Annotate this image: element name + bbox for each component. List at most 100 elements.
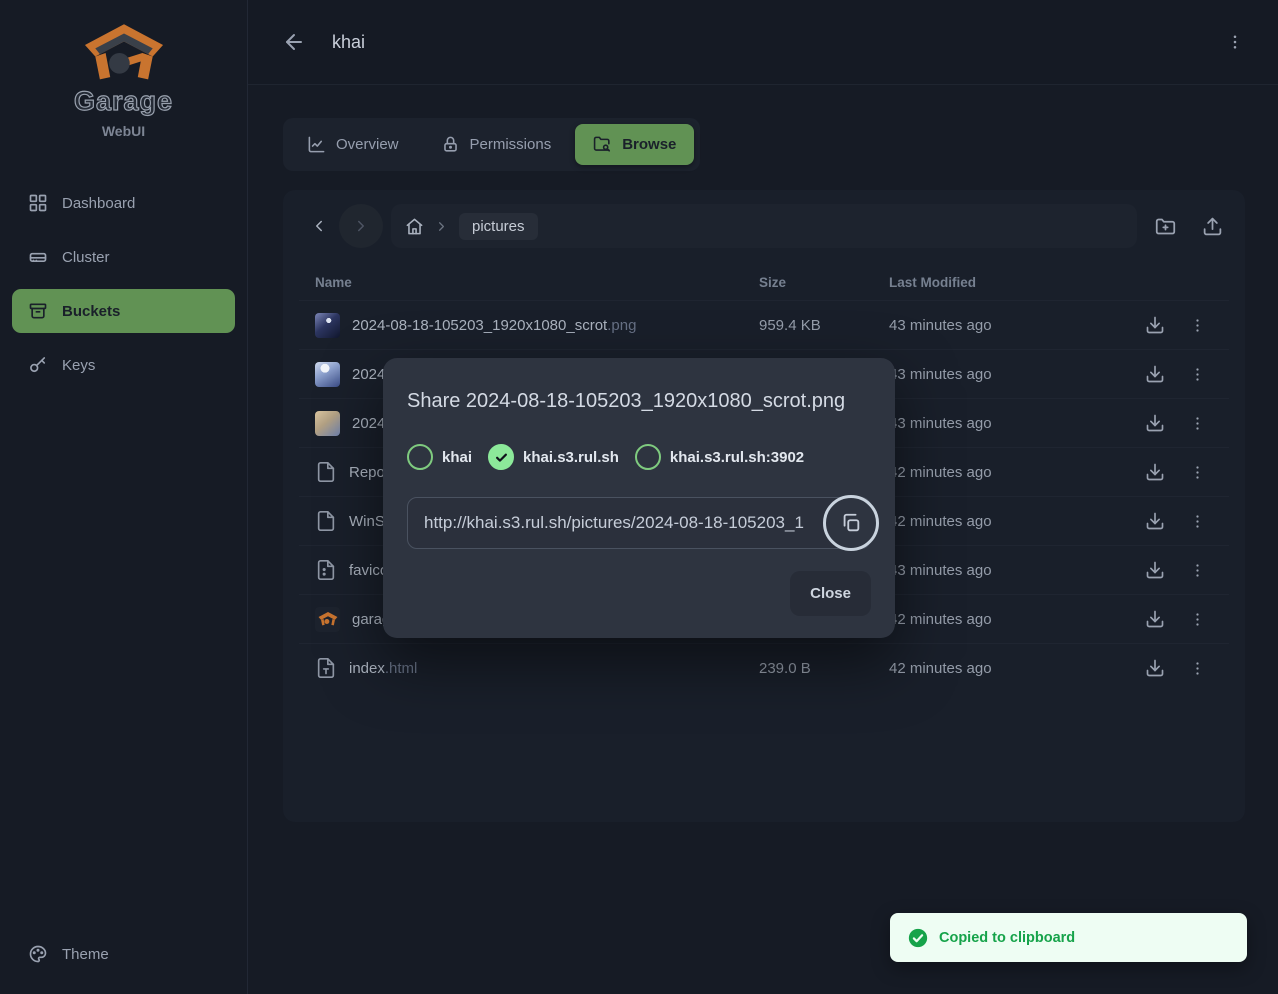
history-back-button[interactable] <box>299 206 339 246</box>
tab-label: Overview <box>336 136 399 153</box>
chevron-right-icon <box>352 217 370 235</box>
download-button[interactable] <box>1139 505 1171 537</box>
theme-toggle[interactable]: Theme <box>12 932 235 976</box>
toast-notification: Copied to clipboard <box>890 913 1247 962</box>
lock-icon <box>441 135 460 154</box>
kebab-icon <box>1189 464 1206 481</box>
kebab-icon <box>1189 415 1206 432</box>
download-button[interactable] <box>1139 554 1171 586</box>
row-menu-button[interactable] <box>1183 409 1212 438</box>
app-name: Garage <box>74 86 173 117</box>
thumb-screenshot-icon <box>315 313 340 338</box>
file-type-icon <box>315 657 337 679</box>
sidebar: Garage WebUI Dashboard Cluster Buckets <box>0 0 248 994</box>
row-menu-button[interactable] <box>1183 654 1212 683</box>
check-circle-icon <box>907 927 929 949</box>
sidebar-item-dashboard[interactable]: Dashboard <box>12 181 235 225</box>
bucket-tabs: Overview Permissions Browse <box>283 118 700 171</box>
row-menu-button[interactable] <box>1183 458 1212 487</box>
file-size: 959.4 KB <box>759 317 889 334</box>
chevron-left-icon <box>310 217 328 235</box>
new-folder-button[interactable] <box>1149 210 1182 243</box>
keys-icon <box>28 355 48 375</box>
arrow-left-icon <box>282 30 306 54</box>
row-menu-button[interactable] <box>1183 360 1212 389</box>
table-row[interactable]: 2024-08-18-105203_1920x1080_scrot.png 959… <box>299 300 1229 349</box>
tab-browse[interactable]: Browse <box>575 124 694 165</box>
file-icon <box>315 510 337 532</box>
share-option-label: khai.s3.rul.sh <box>523 449 619 466</box>
dashboard-icon <box>28 193 48 213</box>
file-binary-icon <box>315 559 337 581</box>
table-header: Name Size Last Modified <box>299 264 1229 300</box>
buckets-icon <box>28 301 48 321</box>
sidebar-item-cluster[interactable]: Cluster <box>12 235 235 279</box>
breadcrumb: pictures <box>391 204 1137 248</box>
close-button[interactable]: Close <box>790 571 871 616</box>
row-menu-button[interactable] <box>1183 605 1212 634</box>
radio-checked-icon[interactable] <box>488 444 514 470</box>
table-row[interactable]: index.html 239.0 B42 minutes ago <box>299 643 1229 692</box>
page-header: khai <box>248 0 1278 85</box>
tab-label: Permissions <box>470 136 552 153</box>
file-modified: 43 minutes ago <box>889 562 1139 579</box>
upload-button[interactable] <box>1196 210 1229 243</box>
row-menu-button[interactable] <box>1183 556 1212 585</box>
radio-unchecked-icon[interactable] <box>635 444 661 470</box>
thumb-garage-logo-icon <box>315 607 340 632</box>
share-option-khai[interactable]: khai <box>407 444 472 470</box>
chart-icon <box>307 135 326 154</box>
download-icon <box>1145 658 1165 678</box>
row-menu-button[interactable] <box>1183 507 1212 536</box>
file-name: 2024-08-18-105203_1920x1080_scrot.png <box>352 317 636 334</box>
column-size: Size <box>759 275 889 290</box>
kebab-icon <box>1189 366 1206 383</box>
garage-logo-icon <box>82 22 166 84</box>
tab-permissions[interactable]: Permissions <box>423 124 570 165</box>
copy-icon <box>840 512 862 534</box>
file-modified: 42 minutes ago <box>889 660 1139 677</box>
row-menu-button[interactable] <box>1183 311 1212 340</box>
file-name: index.html <box>349 660 417 677</box>
palette-icon <box>28 944 48 964</box>
download-button[interactable] <box>1139 652 1171 684</box>
history-forward-button[interactable] <box>339 204 383 248</box>
download-icon <box>1145 511 1165 531</box>
breadcrumb-folder[interactable]: pictures <box>459 213 538 240</box>
page-title: khai <box>332 32 365 53</box>
tab-overview[interactable]: Overview <box>289 124 417 165</box>
share-modal: Share 2024-08-18-105203_1920x1080_scrot.… <box>383 358 895 638</box>
download-button[interactable] <box>1139 407 1171 439</box>
file-modified: 42 minutes ago <box>889 513 1139 530</box>
kebab-icon <box>1226 33 1244 51</box>
share-url-input[interactable] <box>407 497 871 549</box>
file-modified: 43 minutes ago <box>889 366 1139 383</box>
sidebar-item-label: Keys <box>62 357 95 374</box>
toast-message: Copied to clipboard <box>939 930 1075 946</box>
download-icon <box>1145 315 1165 335</box>
file-modified: 42 minutes ago <box>889 611 1139 628</box>
back-button[interactable] <box>276 24 312 60</box>
download-icon <box>1145 413 1165 433</box>
sidebar-item-buckets[interactable]: Buckets <box>12 289 235 333</box>
file-size: 239.0 B <box>759 660 889 677</box>
header-menu-button[interactable] <box>1220 27 1250 57</box>
thumb-picture-tan-icon <box>315 411 340 436</box>
share-option-khai-s3[interactable]: khai.s3.rul.sh <box>488 444 619 470</box>
cluster-icon <box>28 247 48 267</box>
download-button[interactable] <box>1139 456 1171 488</box>
copy-url-button[interactable] <box>823 495 879 551</box>
folder-search-icon <box>593 135 612 154</box>
share-option-khai-s3-3902[interactable]: khai.s3.rul.sh:3902 <box>635 444 804 470</box>
radio-unchecked-icon[interactable] <box>407 444 433 470</box>
download-icon <box>1145 609 1165 629</box>
upload-icon <box>1202 216 1223 237</box>
download-button[interactable] <box>1139 358 1171 390</box>
download-button[interactable] <box>1139 309 1171 341</box>
column-modified: Last Modified <box>889 275 1139 290</box>
home-icon[interactable] <box>405 217 424 236</box>
download-button[interactable] <box>1139 603 1171 635</box>
share-domain-options: khai khai.s3.rul.sh khai.s3.rul.sh:3902 <box>407 444 871 470</box>
sidebar-item-label: Buckets <box>62 303 120 320</box>
sidebar-item-keys[interactable]: Keys <box>12 343 235 387</box>
